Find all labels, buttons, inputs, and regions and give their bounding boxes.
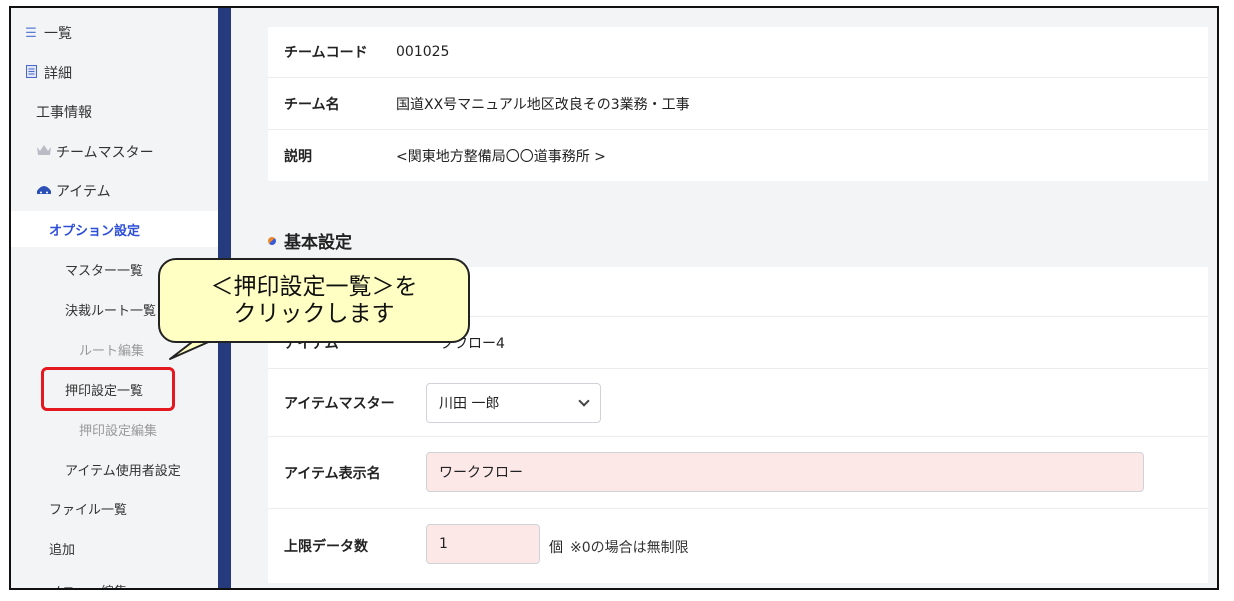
limit-row: 上限データ数 1 個 ※0の場合は無制限 (268, 509, 1208, 583)
sidebar-item-label: ルート編集 (79, 343, 145, 359)
sidebar-item-label: ファイル一覧 (49, 502, 128, 518)
sidebar-item-item-user-settings[interactable]: アイテム使用者設定 (11, 451, 218, 487)
sidebar-item-menu-edit[interactable]: メニュー編集 (11, 572, 218, 589)
display-name-row: アイテム表示名 ワークフロー (268, 437, 1208, 509)
sidebar-item-label: 決裁ルート一覧 (65, 303, 157, 319)
sidebar-item-label: 一覧 (44, 26, 72, 42)
team-name-value: 国道XX号マニュアル地区改良その3業務・工事 (396, 96, 690, 113)
item-master-selected: 川田 一郎 (439, 396, 500, 412)
highlight-box (41, 367, 175, 411)
team-code-row: チームコード 001025 (268, 27, 1208, 78)
sidebar-item-construction-info[interactable]: 工事情報 (11, 94, 218, 130)
instruction-callout: ＜押印設定一覧＞を クリックします (158, 258, 470, 343)
item-master-select[interactable]: 川田 一郎 (426, 383, 601, 423)
team-description-row: 説明 <関東地方整備局〇〇道事務所 > (268, 130, 1208, 181)
item-master-row: アイテムマスター 川田 一郎 (268, 369, 1208, 437)
team-code-value: 001025 (396, 44, 450, 60)
display-name-label: アイテム表示名 (284, 465, 381, 482)
sidebar-item-label: チームマスター (56, 145, 154, 161)
limit-input[interactable]: 1 (426, 524, 540, 564)
team-description-label: 説明 (284, 148, 312, 165)
limit-label: 上限データ数 (284, 539, 368, 555)
sidebar-item-item[interactable]: アイテム (11, 173, 218, 209)
sidebar-item-detail[interactable]: 詳細 (11, 55, 218, 91)
basic-settings-title: 基本設定 (268, 228, 352, 253)
crown-icon (36, 144, 51, 160)
section-bullet-icon (268, 236, 276, 245)
sidebar-item-label: 工事情報 (36, 105, 92, 121)
sidebar-item-add[interactable]: 追加 (11, 530, 218, 566)
sidebar-item-seal-settings-edit[interactable]: 押印設定編集 (11, 411, 218, 447)
sidebar-item-label: アイテム使用者設定 (65, 463, 181, 479)
sidebar-item-label: オプション設定 (49, 223, 141, 239)
sidebar-item-option-settings[interactable]: オプション設定 (11, 211, 218, 247)
list-icon: ☰ (25, 25, 37, 41)
item-icon (36, 183, 51, 199)
team-description-value: <関東地方整備局〇〇道事務所 > (396, 148, 606, 165)
sidebar-item-label: 詳細 (44, 66, 72, 82)
document-icon (24, 64, 38, 82)
team-info-card: チームコード 001025 チーム名 国道XX号マニュアル地区改良その3業務・工… (268, 27, 1208, 181)
team-name-label: チーム名 (284, 96, 340, 113)
sidebar-item-label: アイテム (56, 184, 111, 200)
sidebar-item-label: 押印設定編集 (79, 423, 158, 439)
callout-line-1: ＜押印設定一覧＞を (210, 273, 418, 300)
sidebar-item-label: マスター一覧 (65, 263, 144, 279)
callout-line-2: クリックします (233, 300, 395, 327)
chevron-down-icon (578, 395, 590, 407)
limit-unit: 個 (549, 540, 563, 556)
sidebar-item-label: メニュー編集 (49, 581, 127, 589)
team-name-row: チーム名 国道XX号マニュアル地区改良その3業務・工事 (268, 78, 1208, 130)
sidebar-item-list[interactable]: ☰ 一覧 (11, 15, 218, 51)
item-master-label: アイテムマスター (284, 395, 395, 412)
team-code-label: チームコード (284, 45, 368, 61)
sidebar-item-label: 追加 (49, 542, 76, 558)
display-name-input[interactable]: ワークフロー (426, 452, 1144, 492)
sidebar-item-team-master[interactable]: チームマスター (11, 134, 218, 170)
sidebar-item-file-list[interactable]: ファイル一覧 (11, 490, 218, 526)
limit-note: ※0の場合は無制限 (570, 540, 689, 556)
